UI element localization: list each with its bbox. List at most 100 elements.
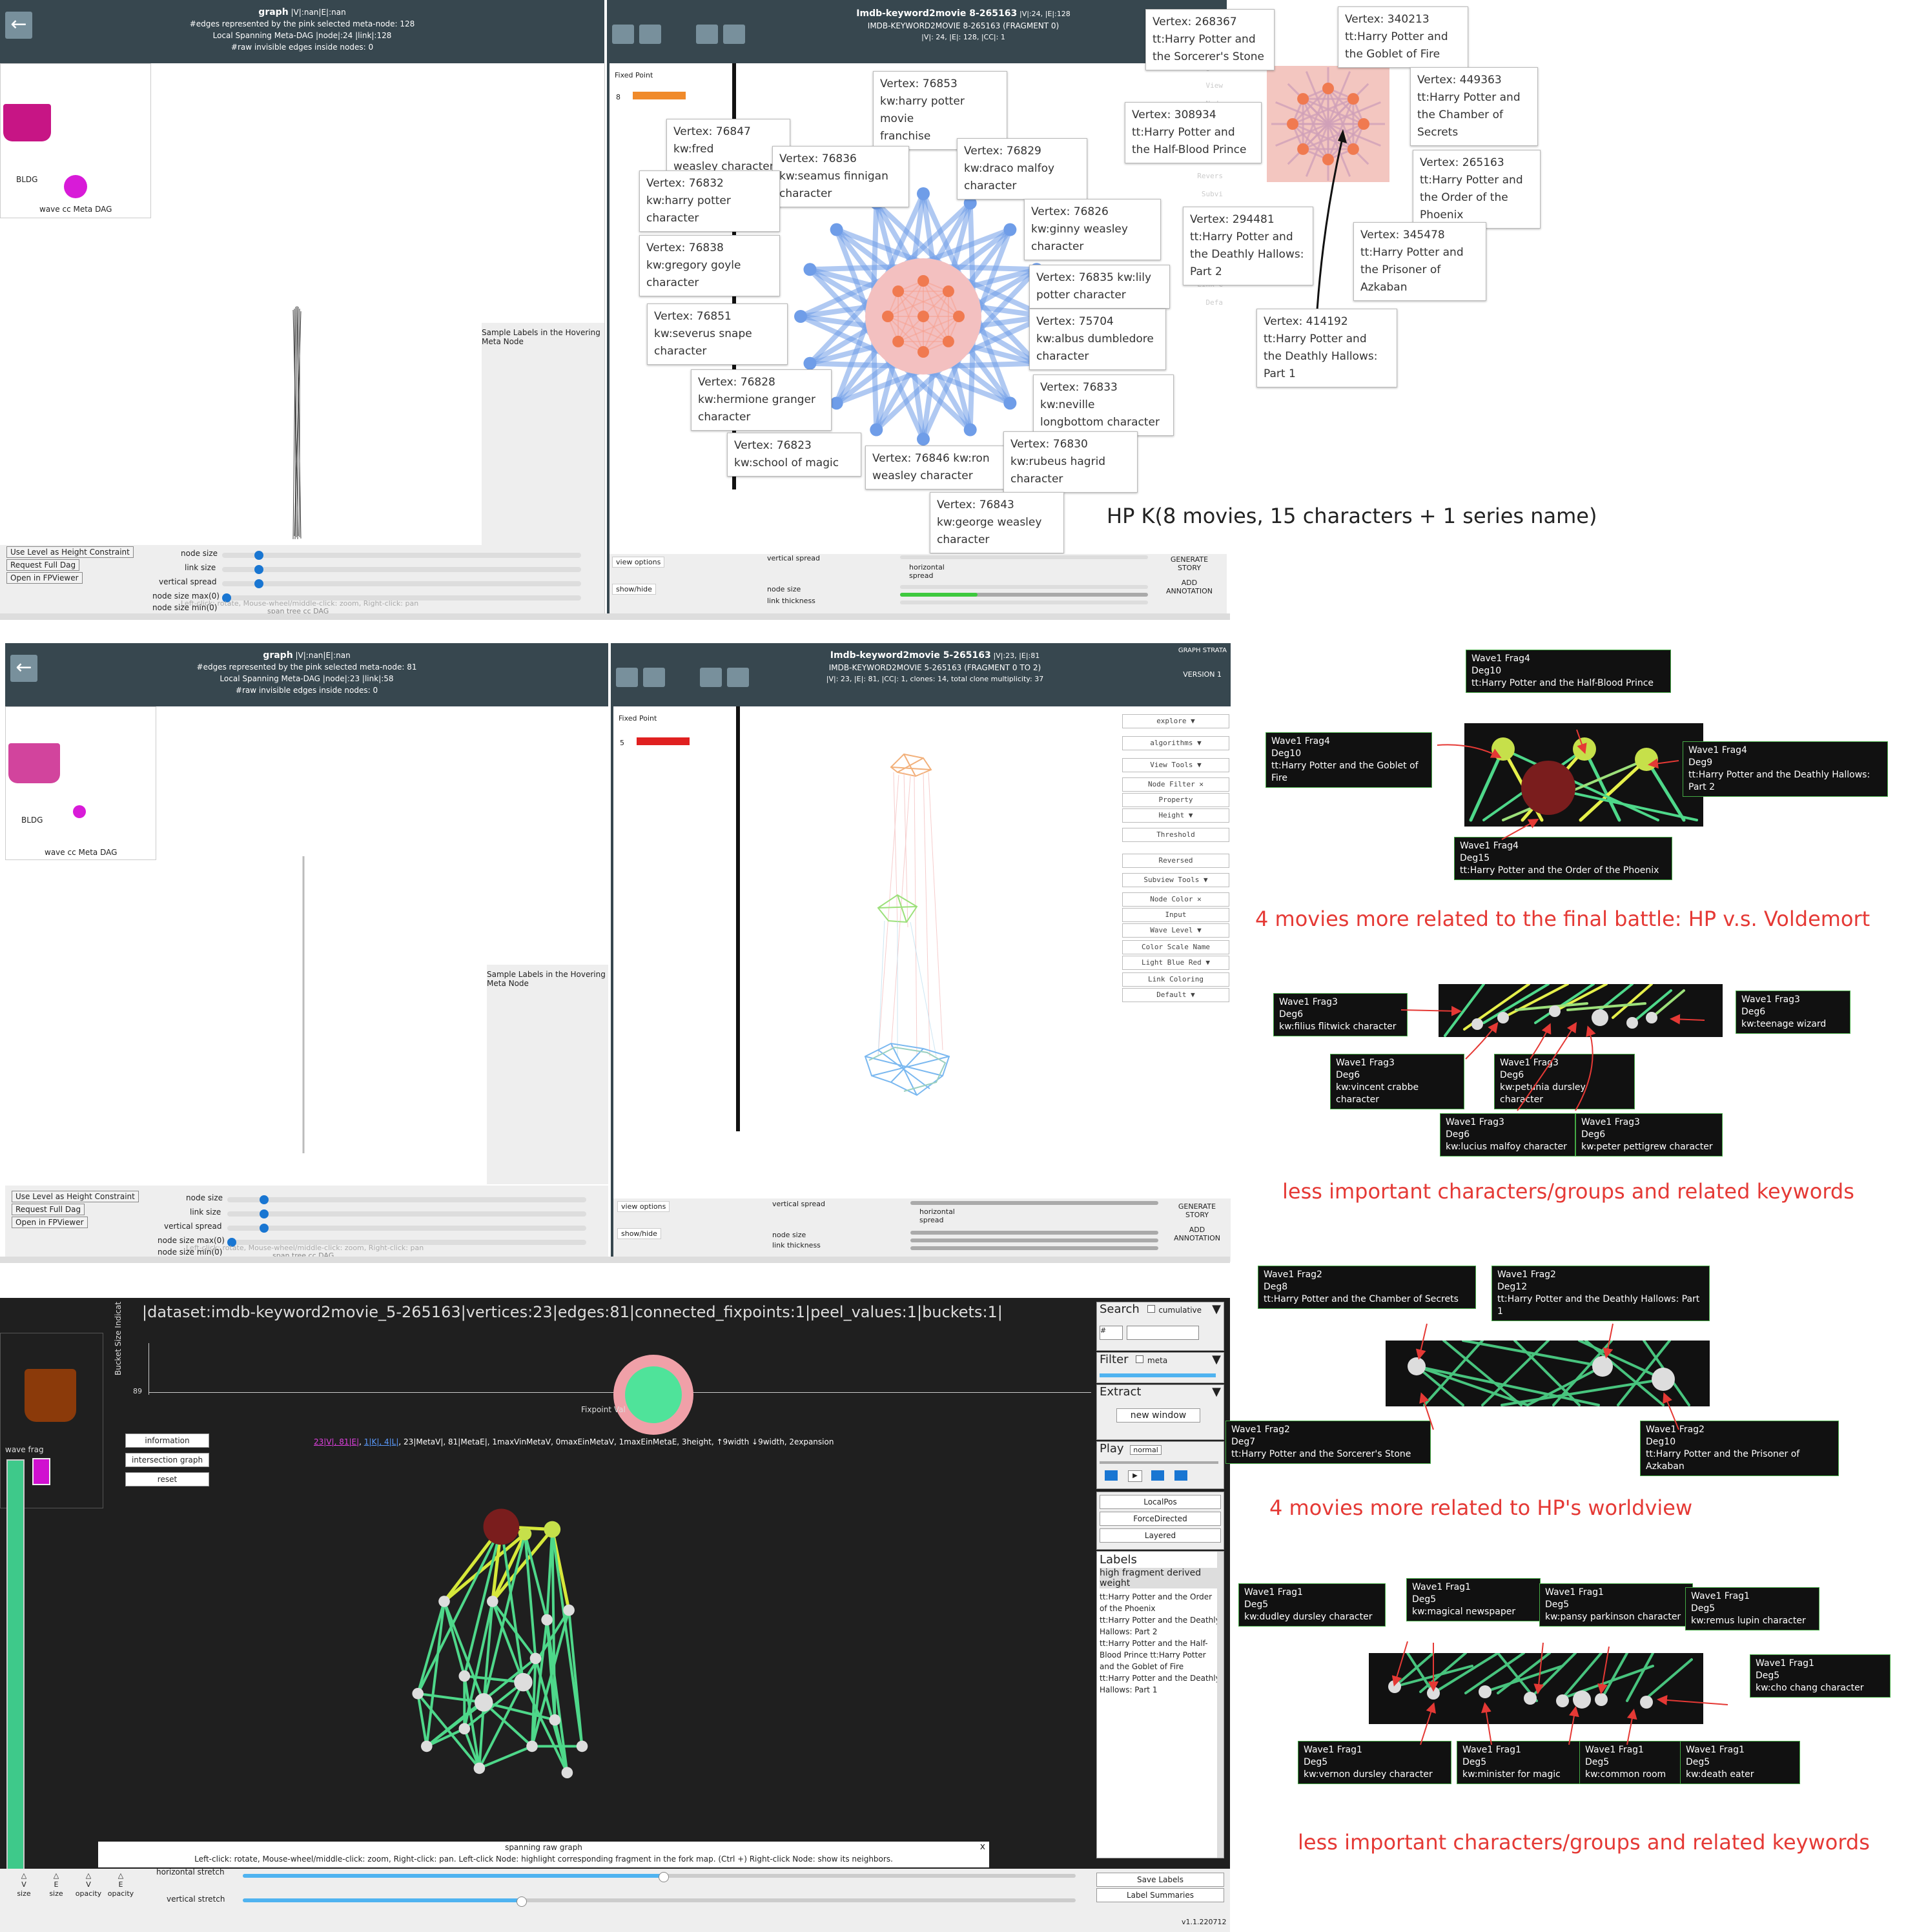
keyword-node[interactable] [830, 223, 843, 236]
p1-hspread-slider[interactable] [900, 585, 1148, 589]
keyword-node[interactable] [963, 423, 977, 437]
p1-icon-list[interactable] [696, 25, 718, 44]
p1-view-options-button[interactable]: view options [612, 557, 665, 568]
p3-layered-button[interactable]: Layered [1100, 1528, 1221, 1543]
p3-wave-icon[interactable] [25, 1369, 76, 1422]
p2-back-button[interactable]: ← [10, 655, 37, 682]
p3-fixpoint-inner[interactable] [625, 1366, 682, 1423]
p2-open-fpviewer-button[interactable]: Open in FPViewer [12, 1217, 88, 1228]
p3-save-labels-button[interactable]: Save Labels [1096, 1873, 1224, 1887]
p2-menu-item[interactable]: Property [1122, 793, 1229, 807]
movie-node[interactable] [917, 346, 929, 358]
p2-vertical-spread-slider[interactable] [227, 1224, 586, 1233]
p1-link-size-slider[interactable] [222, 565, 581, 574]
p2-view-options-button[interactable]: view options [617, 1201, 670, 1212]
p2-generate-story-button[interactable]: GENERATE STORY [1166, 1202, 1228, 1219]
cluster-movie-node[interactable] [1347, 93, 1359, 105]
p3-extract-chevron-icon[interactable]: ▼ [1212, 1385, 1221, 1399]
p2-menu-item[interactable]: Input [1122, 908, 1229, 922]
p1-icon-db[interactable] [612, 25, 634, 44]
movie-node[interactable] [917, 311, 929, 322]
p3-arrow-ctrl[interactable]: △ Vsize [9, 1871, 39, 1898]
graph-node[interactable] [514, 1672, 533, 1692]
p2-menu-item[interactable]: Default ▼ [1122, 988, 1229, 1002]
p3-cumulative-checkbox[interactable] [1147, 1305, 1155, 1313]
keyword-node[interactable] [803, 263, 817, 276]
p2-height-constraint-button[interactable]: Use Level as Height Constraint [12, 1191, 139, 1202]
p1-link-thickness-slider[interactable] [900, 601, 1148, 604]
p2-node-size-slider[interactable] [227, 1195, 586, 1204]
p1-height-constraint-button[interactable]: Use Level as Height Constraint [6, 546, 134, 558]
p3-wave-swatch[interactable] [32, 1458, 50, 1485]
p2-vspread-slider[interactable] [910, 1201, 1158, 1205]
cluster-movie-node[interactable] [1322, 83, 1334, 94]
keyword-node[interactable] [917, 433, 930, 446]
p3-filter-slider[interactable] [1100, 1373, 1216, 1377]
p3-forcedirected-button[interactable]: ForceDirected [1100, 1512, 1221, 1526]
graph-node[interactable] [549, 1714, 561, 1726]
p2-bldg-icon[interactable] [8, 743, 60, 783]
p1-node-size-slider[interactable] [222, 551, 581, 560]
p3-play-slider[interactable] [1100, 1461, 1218, 1464]
p2-icon-list[interactable] [700, 668, 722, 687]
p3-label-summaries-button[interactable]: Label Summaries [1096, 1888, 1224, 1902]
p1-vertical-spread-slider[interactable] [222, 579, 581, 588]
keyword-node[interactable] [803, 356, 817, 370]
movie-node[interactable] [942, 285, 954, 298]
p2-menu-item[interactable]: Subview Tools ▼ [1122, 873, 1229, 887]
p3-search-input[interactable] [1127, 1326, 1199, 1340]
graph-node[interactable] [487, 1596, 498, 1607]
graph-node[interactable] [526, 1740, 538, 1752]
p2-menu-item[interactable]: algorithms ▼ [1122, 736, 1229, 750]
p2-menu-item[interactable]: Threshold [1122, 828, 1229, 842]
p3-play-mode[interactable]: normal [1130, 1445, 1162, 1455]
graph-node[interactable] [483, 1508, 520, 1545]
p1-add-annotation-button[interactable]: ADD ANNOTATION [1158, 579, 1220, 595]
p2-link-thickness-slider[interactable] [910, 1246, 1158, 1250]
p1-request-dag-button[interactable]: Request Full Dag [6, 559, 80, 571]
keyword-node[interactable] [1003, 396, 1017, 410]
graph-node[interactable] [474, 1693, 493, 1712]
p3-intersection-button[interactable]: intersection graph [125, 1453, 209, 1467]
p3-label-item[interactable]: tt:Harry Potter and the Deathly Hallows:… [1100, 1614, 1221, 1638]
p2-request-dag-button[interactable]: Request Full Dag [12, 1204, 85, 1215]
p2-icon-db[interactable] [616, 668, 638, 687]
p2-show-hide-button[interactable]: show/hide [617, 1228, 661, 1239]
graph-node[interactable] [438, 1596, 450, 1607]
p3-meta-checkbox[interactable] [1136, 1355, 1144, 1363]
movie-node[interactable] [917, 275, 929, 287]
p3-stats-blue[interactable]: 1|K|, 4|L| [364, 1437, 399, 1446]
p3-label-item[interactable]: tt:Harry Potter and the Order of the Pho… [1100, 1591, 1221, 1614]
p2-icon-gear[interactable] [727, 668, 749, 687]
p2-menu-item[interactable]: explore ▼ [1122, 714, 1229, 728]
p1-generate-story-button[interactable]: GENERATE STORY [1158, 555, 1220, 572]
p3-label-item[interactable]: tt:Harry Potter and the Half-Blood Princ… [1100, 1638, 1221, 1672]
graph-node[interactable] [541, 1614, 553, 1626]
p2-fp-bar[interactable] [637, 737, 690, 745]
p2-hspread-slider[interactable] [910, 1231, 1158, 1235]
p3-hstretch-slider[interactable] [243, 1872, 1076, 1882]
p3-search-select[interactable]: # [1100, 1326, 1123, 1340]
arrow-up-icon[interactable]: △ [106, 1871, 136, 1880]
p2-add-annotation-button[interactable]: ADD ANNOTATION [1166, 1226, 1228, 1242]
movie-node[interactable] [882, 311, 894, 322]
arrow-up-icon[interactable]: △ [41, 1871, 71, 1880]
bldg-icon[interactable] [3, 104, 51, 141]
p3-graph[interactable] [374, 1472, 659, 1795]
keyword-node[interactable] [870, 423, 883, 437]
play-icon[interactable]: ▶ [1128, 1470, 1142, 1482]
p1-icon-gear[interactable] [723, 25, 745, 44]
p3-labels-scrollbar[interactable] [1217, 1552, 1224, 1858]
movie-node[interactable] [892, 335, 905, 347]
p3-arrow-ctrl[interactable]: △ Esize [41, 1871, 71, 1898]
p3-next-icon[interactable] [1151, 1470, 1164, 1481]
p3-filter-chevron-icon[interactable]: ▼ [1212, 1353, 1221, 1366]
p3-arrow-ctrl[interactable]: △ Vopacity [74, 1871, 103, 1898]
p2-menu-item[interactable]: Node Filter ✕ [1122, 777, 1229, 792]
p1-fp-bar[interactable] [633, 92, 686, 99]
back-button[interactable]: ← [5, 12, 32, 39]
p2-menu-item[interactable]: Node Color ✕ [1122, 892, 1229, 907]
p1-node-size2-slider[interactable] [900, 593, 1148, 597]
p3-localpos-button[interactable]: LocalPos [1100, 1495, 1221, 1509]
p1-vspread-slider[interactable] [900, 555, 1148, 559]
